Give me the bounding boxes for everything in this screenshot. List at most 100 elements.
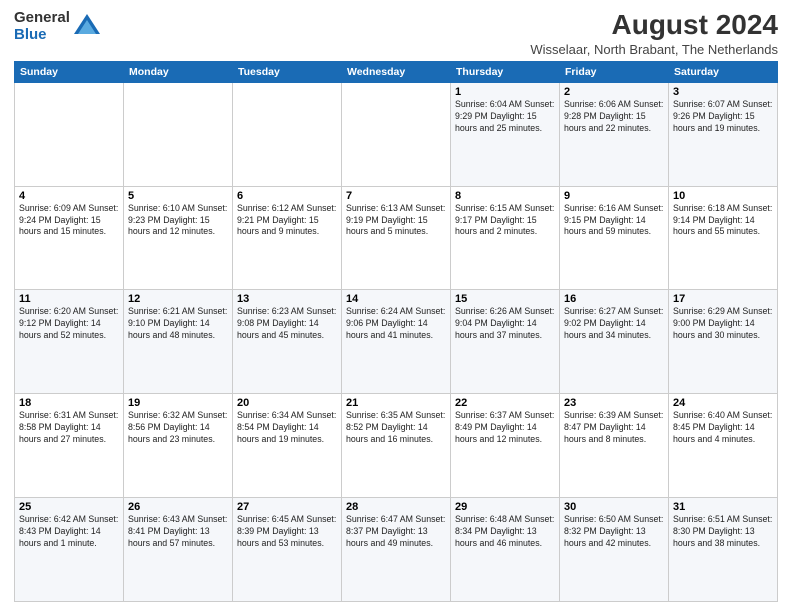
calendar-day-25: 25Sunrise: 6:42 AM Sunset: 8:43 PM Dayli… <box>15 498 124 602</box>
day-info: Sunrise: 6:12 AM Sunset: 9:21 PM Dayligh… <box>237 203 337 239</box>
day-info: Sunrise: 6:39 AM Sunset: 8:47 PM Dayligh… <box>564 410 664 446</box>
day-info: Sunrise: 6:51 AM Sunset: 8:30 PM Dayligh… <box>673 514 773 550</box>
logo: General Blue <box>14 10 102 43</box>
calendar-day-28: 28Sunrise: 6:47 AM Sunset: 8:37 PM Dayli… <box>342 498 451 602</box>
day-number: 5 <box>128 190 228 202</box>
calendar-day-3: 3Sunrise: 6:07 AM Sunset: 9:26 PM Daylig… <box>669 82 778 186</box>
day-info: Sunrise: 6:10 AM Sunset: 9:23 PM Dayligh… <box>128 203 228 239</box>
calendar-day-21: 21Sunrise: 6:35 AM Sunset: 8:52 PM Dayli… <box>342 394 451 498</box>
col-header-saturday: Saturday <box>669 61 778 82</box>
calendar-table: SundayMondayTuesdayWednesdayThursdayFrid… <box>14 61 778 602</box>
day-number: 6 <box>237 190 337 202</box>
day-info: Sunrise: 6:40 AM Sunset: 8:45 PM Dayligh… <box>673 410 773 446</box>
day-info: Sunrise: 6:20 AM Sunset: 9:12 PM Dayligh… <box>19 306 119 342</box>
day-number: 26 <box>128 501 228 513</box>
col-header-sunday: Sunday <box>15 61 124 82</box>
day-info: Sunrise: 6:35 AM Sunset: 8:52 PM Dayligh… <box>346 410 446 446</box>
header: General Blue August 2024 Wisselaar, Nort… <box>14 10 778 57</box>
day-number: 25 <box>19 501 119 513</box>
day-info: Sunrise: 6:15 AM Sunset: 9:17 PM Dayligh… <box>455 203 555 239</box>
day-number: 4 <box>19 190 119 202</box>
calendar-day-2: 2Sunrise: 6:06 AM Sunset: 9:28 PM Daylig… <box>560 82 669 186</box>
day-number: 14 <box>346 293 446 305</box>
calendar-week-2: 11Sunrise: 6:20 AM Sunset: 9:12 PM Dayli… <box>15 290 778 394</box>
day-number: 31 <box>673 501 773 513</box>
calendar-empty <box>233 82 342 186</box>
day-info: Sunrise: 6:29 AM Sunset: 9:00 PM Dayligh… <box>673 306 773 342</box>
day-info: Sunrise: 6:37 AM Sunset: 8:49 PM Dayligh… <box>455 410 555 446</box>
day-number: 9 <box>564 190 664 202</box>
day-number: 15 <box>455 293 555 305</box>
calendar-day-9: 9Sunrise: 6:16 AM Sunset: 9:15 PM Daylig… <box>560 186 669 290</box>
day-info: Sunrise: 6:06 AM Sunset: 9:28 PM Dayligh… <box>564 99 664 135</box>
calendar-header-row: SundayMondayTuesdayWednesdayThursdayFrid… <box>15 61 778 82</box>
calendar-day-31: 31Sunrise: 6:51 AM Sunset: 8:30 PM Dayli… <box>669 498 778 602</box>
day-info: Sunrise: 6:50 AM Sunset: 8:32 PM Dayligh… <box>564 514 664 550</box>
day-info: Sunrise: 6:21 AM Sunset: 9:10 PM Dayligh… <box>128 306 228 342</box>
calendar-week-0: 1Sunrise: 6:04 AM Sunset: 9:29 PM Daylig… <box>15 82 778 186</box>
day-number: 24 <box>673 397 773 409</box>
col-header-tuesday: Tuesday <box>233 61 342 82</box>
day-info: Sunrise: 6:42 AM Sunset: 8:43 PM Dayligh… <box>19 514 119 550</box>
day-info: Sunrise: 6:43 AM Sunset: 8:41 PM Dayligh… <box>128 514 228 550</box>
day-number: 21 <box>346 397 446 409</box>
calendar-empty <box>124 82 233 186</box>
calendar-day-5: 5Sunrise: 6:10 AM Sunset: 9:23 PM Daylig… <box>124 186 233 290</box>
calendar-day-20: 20Sunrise: 6:34 AM Sunset: 8:54 PM Dayli… <box>233 394 342 498</box>
calendar-day-24: 24Sunrise: 6:40 AM Sunset: 8:45 PM Dayli… <box>669 394 778 498</box>
calendar-week-1: 4Sunrise: 6:09 AM Sunset: 9:24 PM Daylig… <box>15 186 778 290</box>
calendar-empty <box>342 82 451 186</box>
day-info: Sunrise: 6:04 AM Sunset: 9:29 PM Dayligh… <box>455 99 555 135</box>
day-number: 17 <box>673 293 773 305</box>
day-number: 18 <box>19 397 119 409</box>
day-info: Sunrise: 6:09 AM Sunset: 9:24 PM Dayligh… <box>19 203 119 239</box>
col-header-wednesday: Wednesday <box>342 61 451 82</box>
title-block: August 2024 Wisselaar, North Brabant, Th… <box>530 10 778 57</box>
calendar-day-15: 15Sunrise: 6:26 AM Sunset: 9:04 PM Dayli… <box>451 290 560 394</box>
day-number: 12 <box>128 293 228 305</box>
day-info: Sunrise: 6:16 AM Sunset: 9:15 PM Dayligh… <box>564 203 664 239</box>
col-header-thursday: Thursday <box>451 61 560 82</box>
day-number: 22 <box>455 397 555 409</box>
calendar-day-12: 12Sunrise: 6:21 AM Sunset: 9:10 PM Dayli… <box>124 290 233 394</box>
day-info: Sunrise: 6:26 AM Sunset: 9:04 PM Dayligh… <box>455 306 555 342</box>
calendar-week-4: 25Sunrise: 6:42 AM Sunset: 8:43 PM Dayli… <box>15 498 778 602</box>
day-number: 23 <box>564 397 664 409</box>
day-number: 29 <box>455 501 555 513</box>
day-number: 19 <box>128 397 228 409</box>
calendar-day-6: 6Sunrise: 6:12 AM Sunset: 9:21 PM Daylig… <box>233 186 342 290</box>
day-number: 27 <box>237 501 337 513</box>
day-info: Sunrise: 6:07 AM Sunset: 9:26 PM Dayligh… <box>673 99 773 135</box>
col-header-monday: Monday <box>124 61 233 82</box>
calendar-day-8: 8Sunrise: 6:15 AM Sunset: 9:17 PM Daylig… <box>451 186 560 290</box>
calendar-day-4: 4Sunrise: 6:09 AM Sunset: 9:24 PM Daylig… <box>15 186 124 290</box>
day-number: 28 <box>346 501 446 513</box>
page: General Blue August 2024 Wisselaar, Nort… <box>0 0 792 612</box>
calendar-day-18: 18Sunrise: 6:31 AM Sunset: 8:58 PM Dayli… <box>15 394 124 498</box>
logo-icon <box>72 12 102 42</box>
location: Wisselaar, North Brabant, The Netherland… <box>530 42 778 57</box>
calendar-day-1: 1Sunrise: 6:04 AM Sunset: 9:29 PM Daylig… <box>451 82 560 186</box>
day-number: 1 <box>455 86 555 98</box>
day-number: 30 <box>564 501 664 513</box>
day-number: 10 <box>673 190 773 202</box>
calendar-day-27: 27Sunrise: 6:45 AM Sunset: 8:39 PM Dayli… <box>233 498 342 602</box>
col-header-friday: Friday <box>560 61 669 82</box>
day-info: Sunrise: 6:23 AM Sunset: 9:08 PM Dayligh… <box>237 306 337 342</box>
day-number: 7 <box>346 190 446 202</box>
day-number: 3 <box>673 86 773 98</box>
calendar-day-10: 10Sunrise: 6:18 AM Sunset: 9:14 PM Dayli… <box>669 186 778 290</box>
day-info: Sunrise: 6:45 AM Sunset: 8:39 PM Dayligh… <box>237 514 337 550</box>
logo-general: General <box>14 10 70 27</box>
calendar-day-16: 16Sunrise: 6:27 AM Sunset: 9:02 PM Dayli… <box>560 290 669 394</box>
day-info: Sunrise: 6:27 AM Sunset: 9:02 PM Dayligh… <box>564 306 664 342</box>
day-info: Sunrise: 6:18 AM Sunset: 9:14 PM Dayligh… <box>673 203 773 239</box>
calendar-day-30: 30Sunrise: 6:50 AM Sunset: 8:32 PM Dayli… <box>560 498 669 602</box>
calendar-day-11: 11Sunrise: 6:20 AM Sunset: 9:12 PM Dayli… <box>15 290 124 394</box>
calendar-day-13: 13Sunrise: 6:23 AM Sunset: 9:08 PM Dayli… <box>233 290 342 394</box>
day-number: 2 <box>564 86 664 98</box>
calendar-day-14: 14Sunrise: 6:24 AM Sunset: 9:06 PM Dayli… <box>342 290 451 394</box>
day-info: Sunrise: 6:31 AM Sunset: 8:58 PM Dayligh… <box>19 410 119 446</box>
day-info: Sunrise: 6:13 AM Sunset: 9:19 PM Dayligh… <box>346 203 446 239</box>
calendar-day-19: 19Sunrise: 6:32 AM Sunset: 8:56 PM Dayli… <box>124 394 233 498</box>
